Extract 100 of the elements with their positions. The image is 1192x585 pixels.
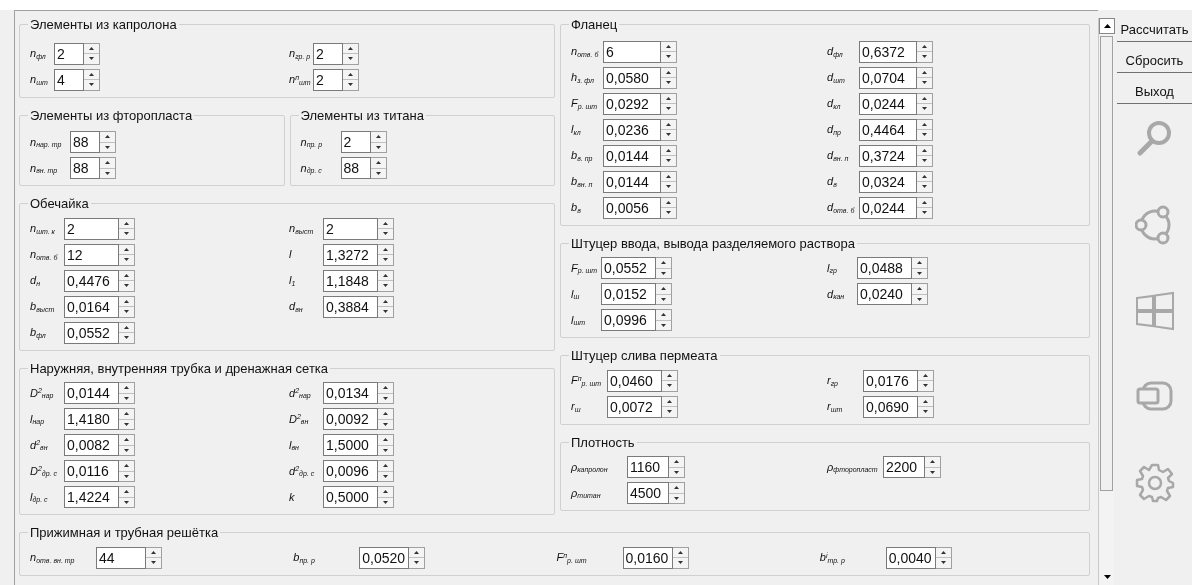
number-field[interactable]: 0,0690 xyxy=(863,395,918,418)
number-field[interactable]: 0,0160 xyxy=(622,546,673,569)
number-field[interactable]: 0,0072 xyxy=(607,395,662,418)
number-field[interactable]: 0,0164 xyxy=(64,295,119,318)
spin-up-button[interactable] xyxy=(119,461,134,472)
number-field[interactable]: 0,0520 xyxy=(359,546,410,569)
spin-down-button[interactable] xyxy=(370,168,386,178)
spin-up-button[interactable] xyxy=(656,310,671,321)
spin-down-button[interactable] xyxy=(119,419,134,429)
spin-down-button[interactable] xyxy=(409,558,425,568)
spin-up-button[interactable] xyxy=(912,258,927,269)
spin-up-button[interactable] xyxy=(370,158,386,169)
spin-down-button[interactable] xyxy=(917,156,932,166)
spin-up-button[interactable] xyxy=(378,218,393,229)
spin-up-button[interactable] xyxy=(661,93,676,104)
spin-down-button[interactable] xyxy=(378,393,393,403)
spin-up-button[interactable] xyxy=(661,145,676,156)
number-field[interactable]: 0,0040 xyxy=(885,546,936,569)
spin-down-button[interactable] xyxy=(656,320,671,330)
number-field[interactable]: 4 xyxy=(54,68,84,91)
number-field[interactable]: 0,0152 xyxy=(601,283,656,305)
number-field[interactable]: 0,0460 xyxy=(607,369,662,392)
spin-up-button[interactable] xyxy=(669,457,684,468)
spin-down-button[interactable] xyxy=(100,168,115,178)
number-field[interactable]: 0,0996 xyxy=(601,309,656,331)
spin-up-button[interactable] xyxy=(119,244,134,255)
number-field[interactable]: 0,0552 xyxy=(601,257,656,279)
spin-up-button[interactable] xyxy=(917,171,932,182)
number-field[interactable]: 0,0096 xyxy=(323,460,378,482)
spin-down-button[interactable] xyxy=(917,52,932,62)
spin-down-button[interactable] xyxy=(912,294,927,304)
number-field[interactable]: 0,0292 xyxy=(603,92,661,115)
spin-up-button[interactable] xyxy=(662,396,677,407)
spin-down-button[interactable] xyxy=(917,182,932,192)
spin-up-button[interactable] xyxy=(917,41,932,52)
spin-down-button[interactable] xyxy=(343,54,358,64)
spin-up-button[interactable] xyxy=(100,158,115,169)
number-field[interactable]: 0,0704 xyxy=(859,66,917,89)
scroll-thumb[interactable] xyxy=(1100,36,1113,491)
spin-down-button[interactable] xyxy=(119,445,134,455)
number-field[interactable]: 88 xyxy=(70,131,100,153)
number-field[interactable]: 1160 xyxy=(627,456,669,478)
number-field[interactable]: 88 xyxy=(340,157,371,179)
spin-up-button[interactable] xyxy=(343,69,358,80)
spin-up-button[interactable] xyxy=(669,483,684,494)
number-field[interactable]: 2 xyxy=(340,131,371,153)
number-field[interactable]: 0,3884 xyxy=(323,295,378,318)
number-field[interactable]: 2 xyxy=(54,42,84,65)
number-field[interactable]: 0,4464 xyxy=(859,118,917,141)
spin-up-button[interactable] xyxy=(656,258,671,269)
spin-down-button[interactable] xyxy=(661,182,676,192)
spin-down-button[interactable] xyxy=(656,268,671,278)
spin-down-button[interactable] xyxy=(119,255,134,265)
spin-down-button[interactable] xyxy=(672,558,688,568)
spin-up-button[interactable] xyxy=(84,43,99,54)
spin-down-button[interactable] xyxy=(378,471,393,481)
number-field[interactable]: 0,4476 xyxy=(64,269,119,292)
spin-up-button[interactable] xyxy=(370,132,386,143)
number-field[interactable]: 1,5000 xyxy=(323,434,378,456)
spin-up-button[interactable] xyxy=(661,197,676,208)
spin-down-button[interactable] xyxy=(661,156,676,166)
spin-down-button[interactable] xyxy=(370,142,386,152)
spin-down-button[interactable] xyxy=(378,419,393,429)
number-field[interactable]: 0,0056 xyxy=(603,196,661,219)
spin-up-button[interactable] xyxy=(119,435,134,446)
spin-down-button[interactable] xyxy=(925,467,940,477)
spin-down-button[interactable] xyxy=(656,294,671,304)
spin-down-button[interactable] xyxy=(669,493,684,503)
number-field[interactable]: 0,0552 xyxy=(64,321,119,344)
spin-down-button[interactable] xyxy=(119,307,134,317)
number-field[interactable]: 0,5000 xyxy=(323,486,378,508)
spin-up-button[interactable] xyxy=(662,370,677,381)
spin-down-button[interactable] xyxy=(378,281,393,291)
spin-down-button[interactable] xyxy=(146,558,161,568)
spin-up-button[interactable] xyxy=(378,296,393,307)
spin-down-button[interactable] xyxy=(378,229,393,239)
spin-up-button[interactable] xyxy=(661,41,676,52)
spin-up-button[interactable] xyxy=(925,457,940,468)
spin-down-button[interactable] xyxy=(100,142,115,152)
spin-up-button[interactable] xyxy=(935,547,951,558)
number-field[interactable]: 1,3272 xyxy=(323,243,378,266)
spin-down-button[interactable] xyxy=(119,471,134,481)
spin-down-button[interactable] xyxy=(917,130,932,140)
spin-down-button[interactable] xyxy=(378,445,393,455)
number-field[interactable]: 1,4180 xyxy=(64,408,119,430)
scroll-up-button[interactable] xyxy=(1099,18,1115,34)
spin-down-button[interactable] xyxy=(119,393,134,403)
number-field[interactable]: 88 xyxy=(70,157,100,179)
spin-down-button[interactable] xyxy=(935,558,951,568)
spin-up-button[interactable] xyxy=(378,461,393,472)
number-field[interactable]: 0,0116 xyxy=(64,460,119,482)
number-field[interactable]: 0,0082 xyxy=(64,434,119,456)
spin-up-button[interactable] xyxy=(661,171,676,182)
spin-up-button[interactable] xyxy=(672,547,688,558)
spin-up-button[interactable] xyxy=(917,197,932,208)
spin-down-button[interactable] xyxy=(918,381,933,391)
spin-up-button[interactable] xyxy=(378,244,393,255)
number-field[interactable]: 0,0092 xyxy=(323,408,378,430)
number-field[interactable]: 0,0240 xyxy=(857,283,912,305)
spin-up-button[interactable] xyxy=(343,43,358,54)
